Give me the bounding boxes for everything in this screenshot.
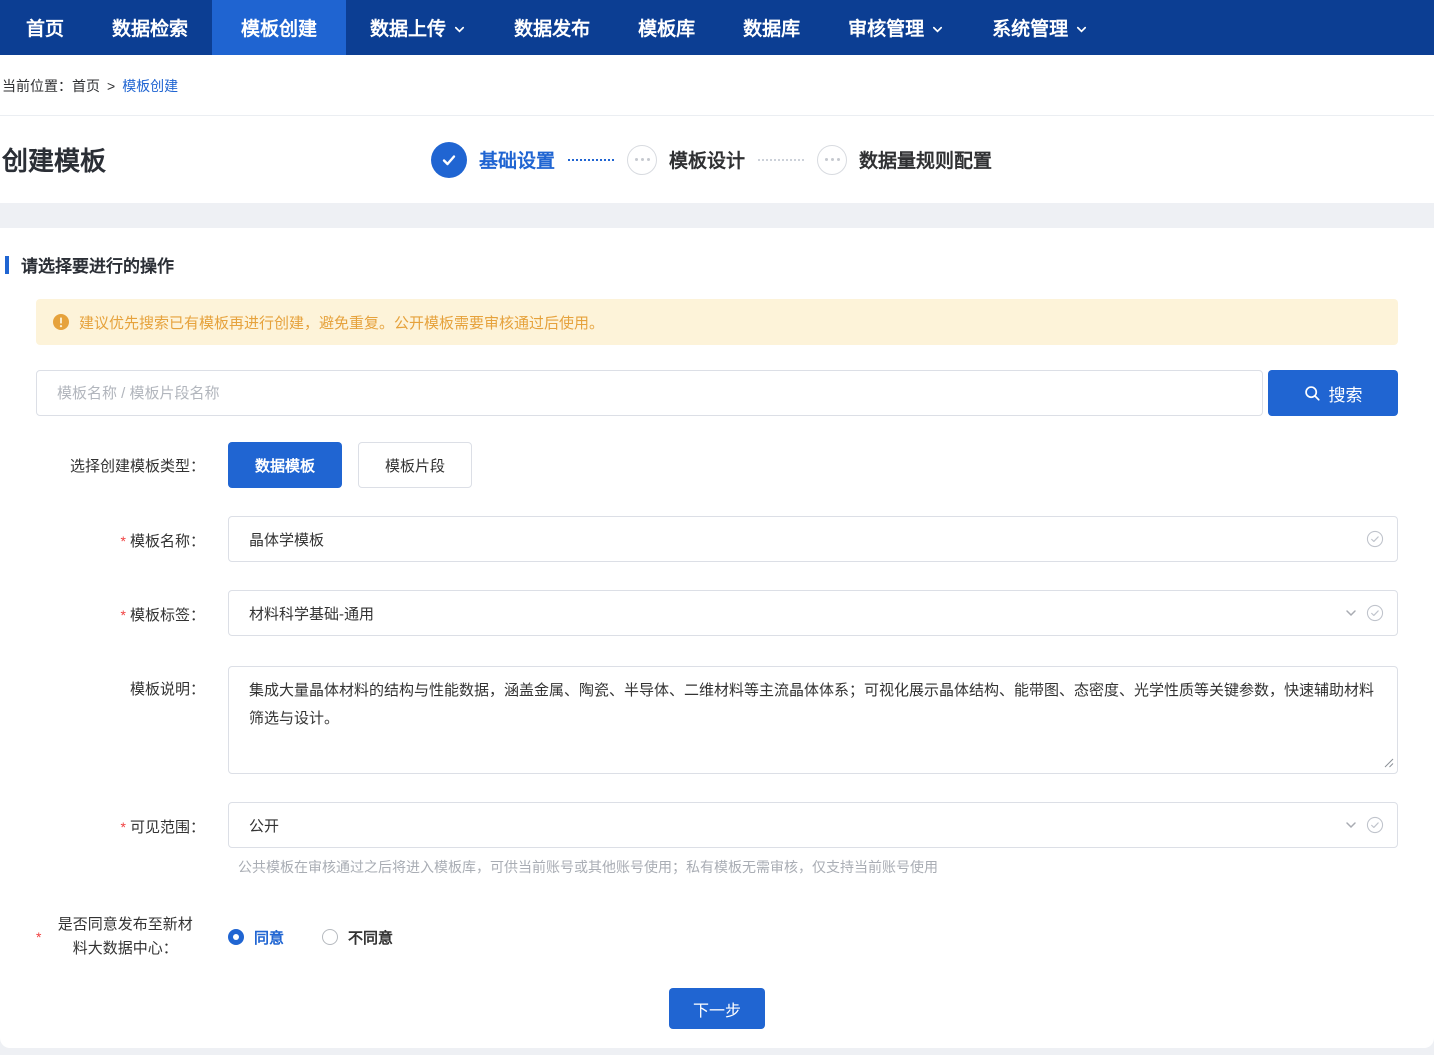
breadcrumb-current-link[interactable]: 模板创建 bbox=[122, 78, 178, 94]
template-desc-textarea[interactable]: 集成大量晶体材料的结构与性能数据，涵盖金属、陶瓷、半导体、二维材料等主流晶体体系… bbox=[228, 666, 1398, 774]
nav-item-data-upload[interactable]: 数据上传 bbox=[346, 0, 490, 55]
required-marker: * bbox=[121, 819, 126, 835]
page-title: 创建模板 bbox=[2, 141, 106, 178]
breadcrumb-prefix: 当前位置： bbox=[2, 78, 72, 94]
stepper: 基础设置 模板设计 数据量规则配置 bbox=[431, 116, 992, 203]
radio-disagree[interactable]: 不同意 bbox=[322, 927, 393, 948]
radio-disagree-label: 不同意 bbox=[348, 927, 393, 948]
breadcrumb: 当前位置：首页 > 模板创建 bbox=[0, 55, 1434, 116]
step-done-check-icon bbox=[431, 142, 467, 178]
form-row-template-tag: *模板标签： 材料科学基础-通用 bbox=[36, 590, 1398, 636]
radio-selected-icon bbox=[228, 929, 244, 945]
template-desc-label: 模板说明： bbox=[36, 666, 205, 774]
step-label: 模板设计 bbox=[669, 146, 745, 173]
nav-item-database[interactable]: 数据库 bbox=[719, 0, 824, 55]
search-row: 搜索 bbox=[36, 370, 1398, 416]
nav-item-system-management[interactable]: 系统管理 bbox=[968, 0, 1112, 55]
form-row-consent: * 是否同意发布至新材 料大数据中心： 同意 不同意 bbox=[36, 913, 1398, 961]
radio-agree[interactable]: 同意 bbox=[228, 927, 284, 948]
check-circle-icon bbox=[1366, 604, 1384, 622]
radio-agree-label: 同意 bbox=[254, 927, 284, 948]
type-option-template-fragment[interactable]: 模板片段 bbox=[358, 442, 472, 488]
main-wrap: 请选择要进行的操作 建议优先搜索已有模板再进行创建，避免重复。公开模板需要审核通… bbox=[0, 228, 1434, 1055]
type-option-data-template[interactable]: 数据模板 bbox=[228, 442, 342, 488]
step-label: 数据量规则配置 bbox=[859, 146, 992, 173]
nav-item-home[interactable]: 首页 bbox=[2, 0, 88, 55]
template-name-label: *模板名称： bbox=[36, 516, 205, 562]
nav-item-data-publish[interactable]: 数据发布 bbox=[490, 0, 614, 55]
section-title: 请选择要进行的操作 bbox=[21, 252, 174, 277]
step-data-rule-config: 数据量规则配置 bbox=[817, 145, 992, 175]
nav-item-template-library[interactable]: 模板库 bbox=[614, 0, 719, 55]
resize-handle[interactable] bbox=[1383, 757, 1394, 768]
step-connector bbox=[758, 159, 804, 161]
breadcrumb-separator: > bbox=[107, 78, 115, 94]
nav-item-template-create[interactable]: 模板创建 bbox=[212, 0, 346, 55]
consent-label-line2: 料大数据中心： bbox=[45, 937, 205, 961]
search-button-label: 搜索 bbox=[1329, 381, 1363, 406]
top-nav: 首页 数据检索 模板创建 数据上传 数据发布 模板库 数据库 审核管理 系统管理 bbox=[0, 0, 1434, 55]
next-step-button[interactable]: 下一步 bbox=[669, 988, 765, 1029]
step-connector bbox=[568, 159, 614, 161]
step-template-design: 模板设计 bbox=[627, 145, 745, 175]
form-row-template-name: *模板名称： bbox=[36, 516, 1398, 562]
check-circle-icon bbox=[1366, 530, 1384, 548]
search-icon bbox=[1304, 385, 1321, 402]
type-selector-label: 选择创建模板类型： bbox=[36, 455, 205, 476]
template-name-control bbox=[228, 516, 1398, 562]
next-row: 下一步 bbox=[36, 988, 1398, 1029]
step-pending-dots-icon bbox=[627, 145, 657, 175]
check-circle-icon bbox=[1366, 816, 1384, 834]
breadcrumb-home-link[interactable]: 首页 bbox=[72, 78, 100, 94]
chevron-down-icon bbox=[1075, 23, 1088, 36]
required-marker: * bbox=[121, 533, 126, 549]
radio-unselected-icon bbox=[322, 929, 338, 945]
consent-label-line1: 是否同意发布至新材 bbox=[45, 913, 205, 937]
form-row-template-desc: 模板说明： 集成大量晶体材料的结构与性能数据，涵盖金属、陶瓷、半导体、二维材料等… bbox=[36, 666, 1398, 774]
warning-text: 建议优先搜索已有模板再进行创建，避免重复。公开模板需要审核通过后使用。 bbox=[79, 312, 604, 333]
template-name-input[interactable] bbox=[228, 516, 1398, 562]
step-basic-settings: 基础设置 bbox=[431, 142, 555, 178]
required-marker: * bbox=[36, 929, 41, 945]
template-desc-control: 集成大量晶体材料的结构与性能数据，涵盖金属、陶瓷、半导体、二维材料等主流晶体体系… bbox=[228, 666, 1398, 774]
type-selector-row: 选择创建模板类型： 数据模板 模板片段 bbox=[36, 442, 1398, 488]
visibility-select[interactable]: 公开 bbox=[228, 802, 1398, 848]
warning-icon bbox=[53, 314, 69, 330]
chevron-down-icon bbox=[931, 23, 944, 36]
visibility-label: *可见范围： bbox=[36, 802, 205, 848]
section-accent-bar bbox=[5, 256, 9, 274]
chevron-down-icon bbox=[1344, 818, 1358, 832]
chevron-down-icon bbox=[453, 23, 466, 36]
consent-label: * 是否同意发布至新材 料大数据中心： bbox=[36, 913, 205, 961]
consent-radio-group: 同意 不同意 bbox=[228, 927, 393, 948]
step-label: 基础设置 bbox=[479, 146, 555, 173]
section-divider bbox=[0, 203, 1434, 228]
search-input[interactable] bbox=[36, 370, 1263, 416]
template-tag-label: *模板标签： bbox=[36, 590, 205, 636]
template-tag-select[interactable]: 材料科学基础-通用 bbox=[228, 590, 1398, 636]
nav-item-data-search[interactable]: 数据检索 bbox=[88, 0, 212, 55]
required-marker: * bbox=[121, 607, 126, 623]
chevron-down-icon bbox=[1344, 606, 1358, 620]
template-tag-control: 材料科学基础-通用 bbox=[228, 590, 1398, 636]
section-header: 请选择要进行的操作 bbox=[5, 252, 1398, 277]
main-panel: 请选择要进行的操作 建议优先搜索已有模板再进行创建，避免重复。公开模板需要审核通… bbox=[0, 228, 1434, 1048]
nav-item-review-management[interactable]: 审核管理 bbox=[824, 0, 968, 55]
form-row-visibility: *可见范围： 公开 bbox=[36, 802, 1398, 848]
step-pending-dots-icon bbox=[817, 145, 847, 175]
warning-banner: 建议优先搜索已有模板再进行创建，避免重复。公开模板需要审核通过后使用。 bbox=[36, 299, 1398, 345]
visibility-hint: 公共模板在审核通过之后将进入模板库，可供当前账号或其他账号使用；私有模板无需审核… bbox=[238, 857, 1398, 877]
visibility-control: 公开 bbox=[228, 802, 1398, 848]
search-button[interactable]: 搜索 bbox=[1268, 370, 1398, 416]
title-row: 创建模板 基础设置 模板设计 数据量规则配置 bbox=[0, 116, 1434, 203]
